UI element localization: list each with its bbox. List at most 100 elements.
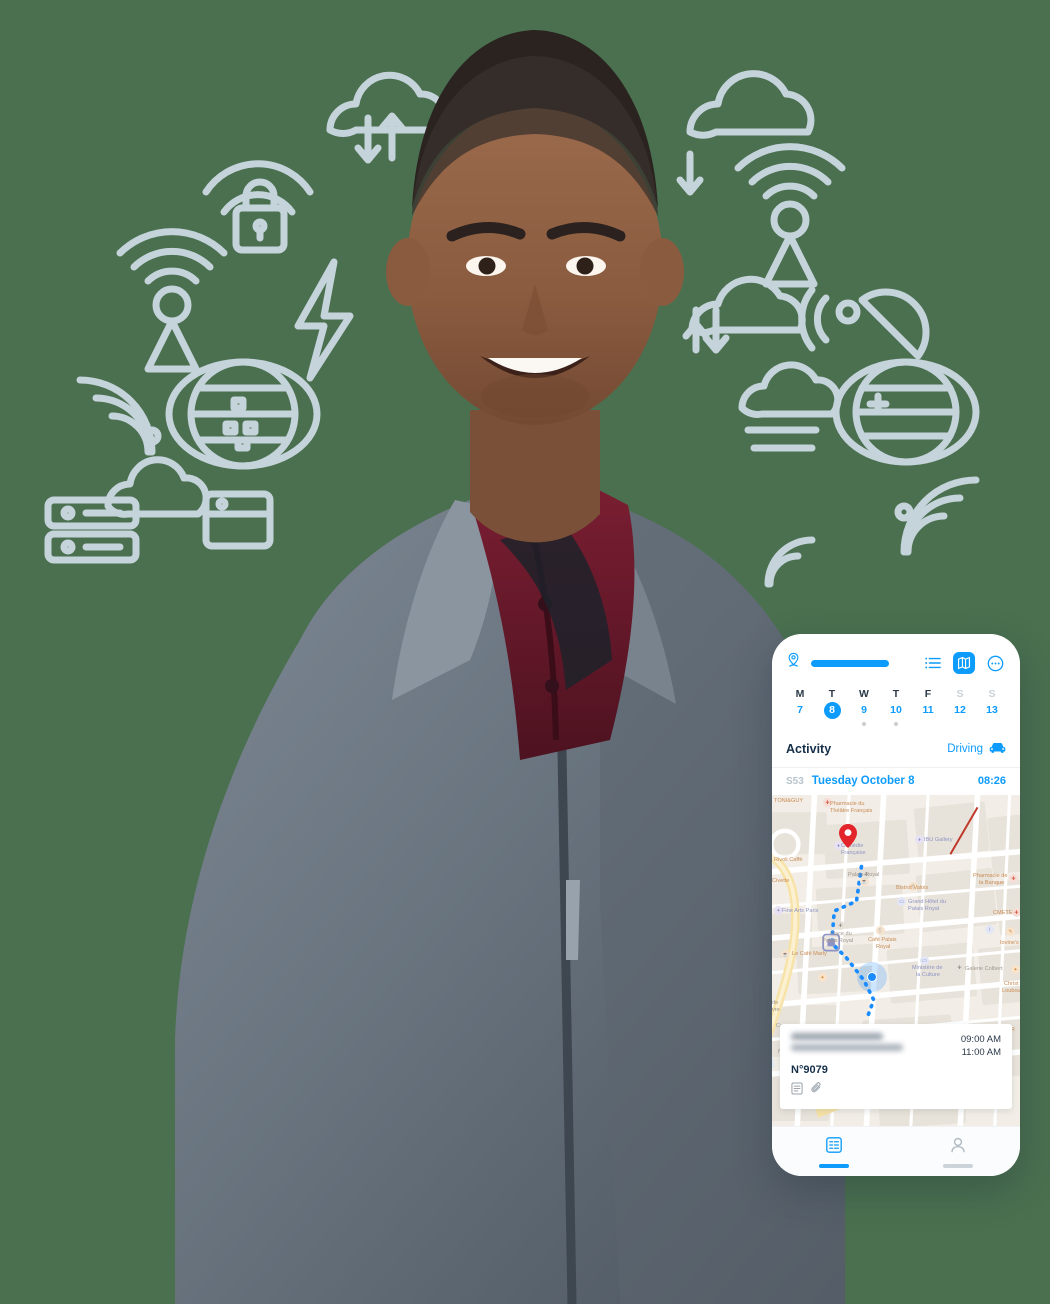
map-label: CMETE bbox=[993, 910, 1013, 916]
calendar-event-dot bbox=[862, 721, 866, 726]
calendar-dow: W bbox=[848, 686, 880, 702]
calendar-day-10[interactable]: 10 bbox=[880, 702, 912, 728]
map-pin-marker[interactable] bbox=[839, 824, 857, 853]
location-person-icon[interactable] bbox=[786, 652, 801, 674]
job-card[interactable]: 09:00 AM 11:00 AM N°9079 bbox=[780, 1024, 1012, 1109]
map-label: Bistrot Valois bbox=[896, 885, 929, 891]
calendar-day-8-selected[interactable]: 8 bbox=[816, 702, 848, 728]
calendar-dot-slot bbox=[816, 719, 848, 728]
map-label: Pharmacie de bbox=[973, 873, 1008, 879]
calendar-dow-label: S bbox=[988, 688, 996, 700]
job-card-icons bbox=[791, 1082, 1001, 1100]
phone-screen: M T W T F S S 7 8 9 10 11 12 13 Activity bbox=[772, 634, 1020, 1176]
calendar-dot-slot bbox=[912, 719, 944, 728]
paperclip-icon[interactable] bbox=[811, 1082, 823, 1100]
calendar-dow-label: T bbox=[828, 688, 836, 700]
job-customer-name-redacted bbox=[791, 1033, 883, 1040]
job-end-time: 11:00 AM bbox=[961, 1047, 1001, 1058]
day-time-label: 08:26 bbox=[977, 775, 1006, 787]
map-label: Grand Hôtel du bbox=[908, 899, 946, 905]
poi-dot: ▭ bbox=[897, 897, 906, 906]
calendar-dot-slot bbox=[976, 719, 1008, 728]
map-label: Pharmacie du bbox=[830, 801, 865, 807]
poi-dot: ✚ bbox=[1009, 874, 1018, 883]
map-label: Palais Royal bbox=[822, 938, 854, 944]
calendar-dot-slot bbox=[848, 719, 880, 728]
job-card-top: 09:00 AM 11:00 AM bbox=[791, 1033, 1001, 1059]
calendar-dow-row: M T W T F S S bbox=[784, 686, 1008, 702]
map-label: Palais Royal bbox=[908, 906, 940, 912]
day-summary-row[interactable]: S53 Tuesday October 8 08:26 bbox=[772, 768, 1020, 795]
calendar-date-label: 11 bbox=[922, 704, 934, 716]
calendar-day-11[interactable]: 11 bbox=[912, 702, 944, 728]
calendar-date-label: 10 bbox=[890, 704, 902, 716]
map-label: Rivoli Caffè bbox=[774, 857, 803, 863]
calendar-dot-slot bbox=[880, 719, 912, 728]
activity-mode[interactable]: Driving bbox=[947, 740, 1006, 758]
map-label: Ministère de bbox=[912, 965, 943, 971]
poi-dot: ✦ bbox=[1011, 965, 1020, 974]
calendar-date-label: 8 bbox=[823, 702, 841, 719]
map-label: Café Palais bbox=[868, 937, 897, 943]
map-label: Royal bbox=[876, 944, 891, 950]
app-header bbox=[772, 634, 1020, 680]
calendar-dow: T bbox=[816, 686, 848, 702]
calendar-event-dot bbox=[894, 721, 898, 726]
calendar-dow: F bbox=[912, 686, 944, 702]
calendar-day-9[interactable]: 9 bbox=[848, 702, 880, 728]
calendar-day-13[interactable]: 13 bbox=[976, 702, 1008, 728]
car-icon bbox=[989, 740, 1006, 758]
map-view[interactable]: ✚ ♦ ♦ ☕ ✚ ✦ 🍴 ▭ ✚ ✚ ✚ 🍴 i ✎ ☕ ▭ ✚ ✦ ✦ ✦ … bbox=[772, 795, 1020, 1126]
list-icon[interactable] bbox=[922, 652, 944, 674]
map-icon[interactable] bbox=[953, 652, 975, 674]
map-label: Palais-Royal bbox=[848, 872, 880, 878]
calendar-day-7[interactable]: 7 bbox=[784, 702, 816, 728]
jobs-tab[interactable] bbox=[772, 1136, 896, 1168]
activity-mode-label: Driving bbox=[947, 743, 983, 755]
map-label: vre bbox=[772, 1007, 780, 1013]
poi-dot: ✎ bbox=[1006, 927, 1015, 936]
document-icon[interactable] bbox=[791, 1082, 803, 1100]
job-address-redacted bbox=[791, 1044, 903, 1051]
calendar-dow-label: M bbox=[795, 688, 805, 700]
day-date-label: Tuesday October 8 bbox=[811, 775, 915, 787]
calendar-date-row: 7 8 9 10 11 12 13 bbox=[784, 702, 1008, 728]
map-label: Théâtre Français bbox=[830, 808, 873, 814]
week-calendar[interactable]: M T W T F S S 7 8 9 10 11 12 13 bbox=[772, 680, 1020, 732]
profile-tab-indicator bbox=[943, 1163, 973, 1168]
calendar-date-label: 12 bbox=[954, 704, 966, 716]
phone-mockup: M T W T F S S 7 8 9 10 11 12 13 Activity bbox=[772, 634, 1020, 1176]
calendar-dot-slot bbox=[944, 719, 976, 728]
poi-dot: ▭ bbox=[920, 956, 929, 965]
calendar-date-label: 7 bbox=[797, 704, 803, 716]
calendar-dow: T bbox=[880, 686, 912, 702]
job-start-time: 09:00 AM bbox=[960, 1034, 1001, 1045]
poi-dot: ✚ bbox=[955, 963, 964, 972]
calendar-day-12[interactable]: 12 bbox=[944, 702, 976, 728]
job-times: 09:00 AM 11:00 AM bbox=[961, 1033, 1001, 1059]
person-icon bbox=[949, 1136, 967, 1159]
poi-dot: i bbox=[985, 925, 994, 934]
poi-dot: ♦ bbox=[915, 835, 924, 844]
profile-tab[interactable] bbox=[896, 1136, 1020, 1168]
map-label: de bbox=[772, 1000, 779, 1006]
calendar-dow: M bbox=[784, 686, 816, 702]
map-label: Iovine's bbox=[1000, 940, 1019, 946]
map-label: Fine Arts Paris bbox=[782, 908, 819, 914]
header-title-redacted bbox=[811, 659, 889, 667]
header-actions bbox=[922, 652, 1006, 674]
calendar-dot-slot bbox=[784, 719, 816, 728]
calendar-dow-label: T bbox=[892, 688, 900, 700]
map-label: Civette bbox=[772, 878, 790, 884]
map-label: la Culture bbox=[916, 972, 940, 978]
calendar-date-label: 9 bbox=[861, 704, 867, 716]
calendar-dow-label: S bbox=[956, 688, 964, 700]
map-label: Place du bbox=[830, 931, 852, 937]
current-location-dot[interactable] bbox=[867, 972, 877, 982]
activity-title: Activity bbox=[786, 742, 832, 756]
map-label: IBU Gallery bbox=[924, 837, 953, 843]
calendar-date-label: 13 bbox=[986, 704, 998, 716]
map-label: Christ bbox=[1004, 981, 1019, 987]
ellipsis-circle-icon[interactable] bbox=[984, 652, 1006, 674]
week-code-label: S53 bbox=[786, 775, 804, 787]
